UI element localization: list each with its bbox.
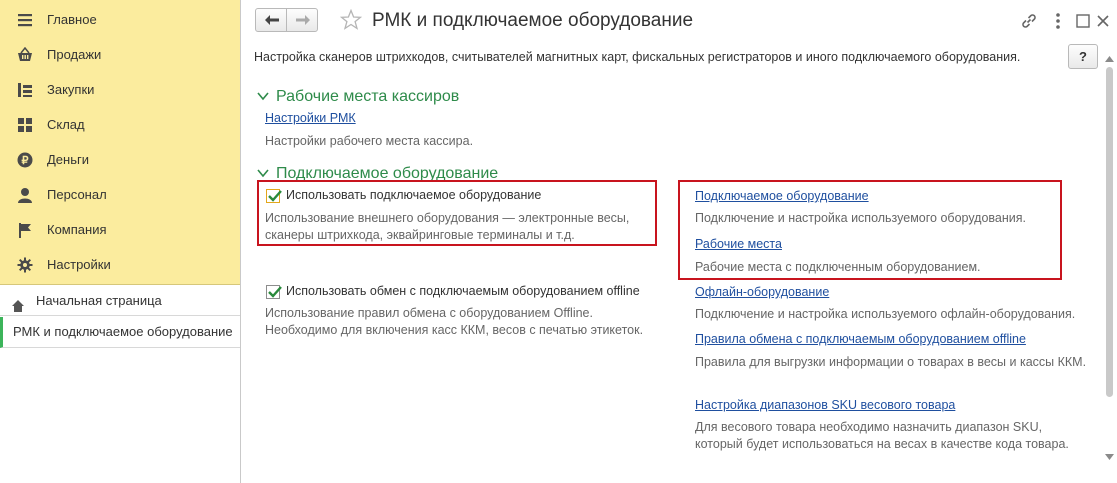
section-label: Склад: [47, 117, 85, 132]
basket-icon: [17, 47, 33, 63]
warehouse-icon: [17, 117, 33, 133]
sku-ranges-link[interactable]: Настройка диапазонов SKU весового товара: [695, 398, 955, 412]
purchase-icon: [17, 82, 33, 98]
arrow-right-icon: [296, 15, 310, 25]
offline-equipment-link[interactable]: Офлайн-оборудование: [695, 285, 829, 299]
more-icon[interactable]: [1051, 12, 1065, 30]
person-icon: [17, 187, 33, 203]
group-cashier-header[interactable]: Рабочие места кассиров: [257, 88, 459, 106]
use-offline-label[interactable]: Использовать обмен с подключаемым оборуд…: [286, 284, 640, 298]
checkmark-icon: [268, 286, 282, 298]
home-page-tab[interactable]: Начальная страница: [0, 286, 240, 316]
section-label: Продажи: [47, 47, 102, 62]
main-form: РМК и подключаемое оборудование Настройк…: [241, 0, 1117, 483]
star-icon[interactable]: [340, 9, 362, 31]
chevron-down-icon: [257, 92, 269, 101]
section-panel: Главное Продажи Закупки Склад ₽ Деньги П…: [0, 0, 240, 285]
pos-settings-link[interactable]: Настройки РМК: [265, 111, 356, 125]
svg-text:₽: ₽: [22, 155, 29, 167]
chevron-down-icon: [257, 169, 269, 178]
sku-ranges-hint: Для весового товара необходимо назначить…: [695, 420, 1069, 451]
sidebar: Главное Продажи Закупки Склад ₽ Деньги П…: [0, 0, 241, 483]
current-window-tab[interactable]: РМК и подключаемое оборудование: [0, 317, 240, 348]
section-warehouse[interactable]: Склад: [0, 107, 240, 142]
section-money[interactable]: ₽ Деньги: [0, 142, 240, 177]
use-offline-hint: Использование правил обмена с оборудован…: [265, 306, 644, 337]
arrow-left-icon: [265, 15, 279, 25]
use-offline-checkbox[interactable]: [266, 285, 282, 299]
section-purchases[interactable]: Закупки: [0, 72, 240, 107]
form-description: Настройка сканеров штрихкодов, считывате…: [254, 50, 1021, 64]
offline-equipment-hint: Подключение и настройка используемого оф…: [695, 307, 1076, 321]
section-label: Деньги: [47, 152, 89, 167]
scroll-down-icon: [1105, 454, 1114, 460]
section-main[interactable]: Главное: [0, 2, 240, 37]
section-personnel[interactable]: Персонал: [0, 177, 240, 212]
scroll-up-icon: [1105, 56, 1114, 62]
section-label: Закупки: [47, 82, 95, 97]
page-title: РМК и подключаемое оборудование: [372, 10, 694, 31]
money-icon: ₽: [17, 152, 33, 168]
exchange-rules-hint: Правила для выгрузки информации о товара…: [695, 355, 1087, 369]
menu-icon: [17, 12, 33, 28]
link-icon[interactable]: [1020, 12, 1038, 30]
form-toolbar: РМК и подключаемое оборудование: [241, 0, 1117, 42]
highlight-frame-checkbox: [257, 180, 657, 246]
help-button[interactable]: ?: [1068, 44, 1098, 69]
back-button[interactable]: [255, 8, 287, 32]
section-settings[interactable]: Настройки: [0, 247, 240, 282]
group-cashier-title: Рабочие места кассиров: [276, 88, 460, 105]
section-label: Персонал: [47, 187, 107, 202]
section-label: Настройки: [47, 257, 111, 272]
pos-settings-hint: Настройки рабочего места кассира.: [265, 134, 474, 148]
section-label: Главное: [47, 12, 97, 27]
home-page-label: Начальная страница: [36, 293, 162, 308]
scroll-thumb[interactable]: [1106, 67, 1113, 397]
close-icon[interactable]: [1096, 14, 1110, 28]
flag-icon: [17, 222, 33, 238]
highlight-frame-links: [678, 180, 1062, 280]
scrollbar[interactable]: [1102, 50, 1116, 480]
section-company[interactable]: Компания: [0, 212, 240, 247]
gear-icon: [17, 257, 33, 273]
forward-button[interactable]: [286, 8, 318, 32]
exchange-rules-link[interactable]: Правила обмена с подключаемым оборудован…: [695, 332, 1026, 346]
section-label: Компания: [47, 222, 107, 237]
maximize-icon[interactable]: [1076, 14, 1090, 28]
section-sales[interactable]: Продажи: [0, 37, 240, 72]
current-window-label: РМК и подключаемое оборудование: [13, 324, 233, 339]
